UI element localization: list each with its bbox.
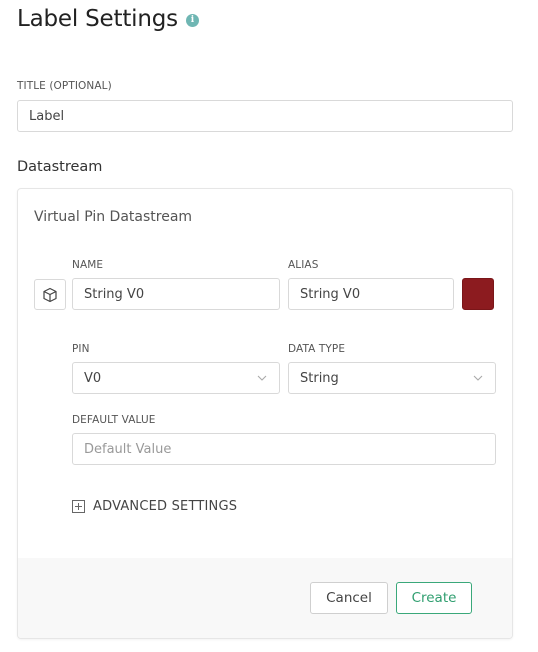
page-title: Label Settings — [17, 6, 178, 32]
cube-icon-button[interactable] — [34, 279, 66, 310]
pin-select-value: V0 — [84, 370, 102, 386]
advanced-settings-label: ADVANCED SETTINGS — [93, 499, 238, 514]
advanced-settings-toggle[interactable]: ADVANCED SETTINGS — [72, 499, 237, 514]
alias-input-value: String V0 — [300, 286, 361, 302]
datastream-heading: Datastream — [17, 159, 103, 175]
card-footer: Cancel Create — [18, 558, 512, 638]
data-type-label: DATA TYPE — [288, 343, 346, 355]
name-input[interactable]: String V0 — [72, 278, 280, 310]
header: Label Settings i — [17, 6, 199, 32]
name-label: NAME — [72, 259, 104, 271]
title-input-value: Label — [29, 108, 65, 124]
card-title: Virtual Pin Datastream — [34, 209, 193, 225]
chevron-down-icon — [257, 375, 267, 381]
default-value-placeholder: Default Value — [84, 441, 172, 457]
title-field-label: TITLE (OPTIONAL) — [17, 80, 112, 92]
color-picker[interactable] — [462, 278, 494, 310]
alias-label: ALIAS — [288, 259, 319, 271]
cube-icon — [43, 287, 57, 302]
default-value-input[interactable]: Default Value — [72, 433, 496, 465]
data-type-select-value: String — [300, 370, 339, 386]
create-button[interactable]: Create — [396, 582, 472, 614]
default-value-label: DEFAULT VALUE — [72, 414, 156, 426]
datastream-card: Virtual Pin Datastream NAME String V0 AL… — [17, 188, 513, 639]
pin-select[interactable]: V0 — [72, 362, 280, 394]
data-type-select[interactable]: String — [288, 362, 496, 394]
title-input[interactable]: Label — [17, 100, 513, 132]
cancel-button[interactable]: Cancel — [310, 582, 388, 614]
name-input-value: String V0 — [84, 286, 145, 302]
chevron-down-icon — [473, 375, 483, 381]
info-icon[interactable]: i — [185, 13, 199, 27]
pin-label: PIN — [72, 343, 90, 355]
alias-input[interactable]: String V0 — [288, 278, 454, 310]
plus-square-icon — [72, 500, 85, 513]
